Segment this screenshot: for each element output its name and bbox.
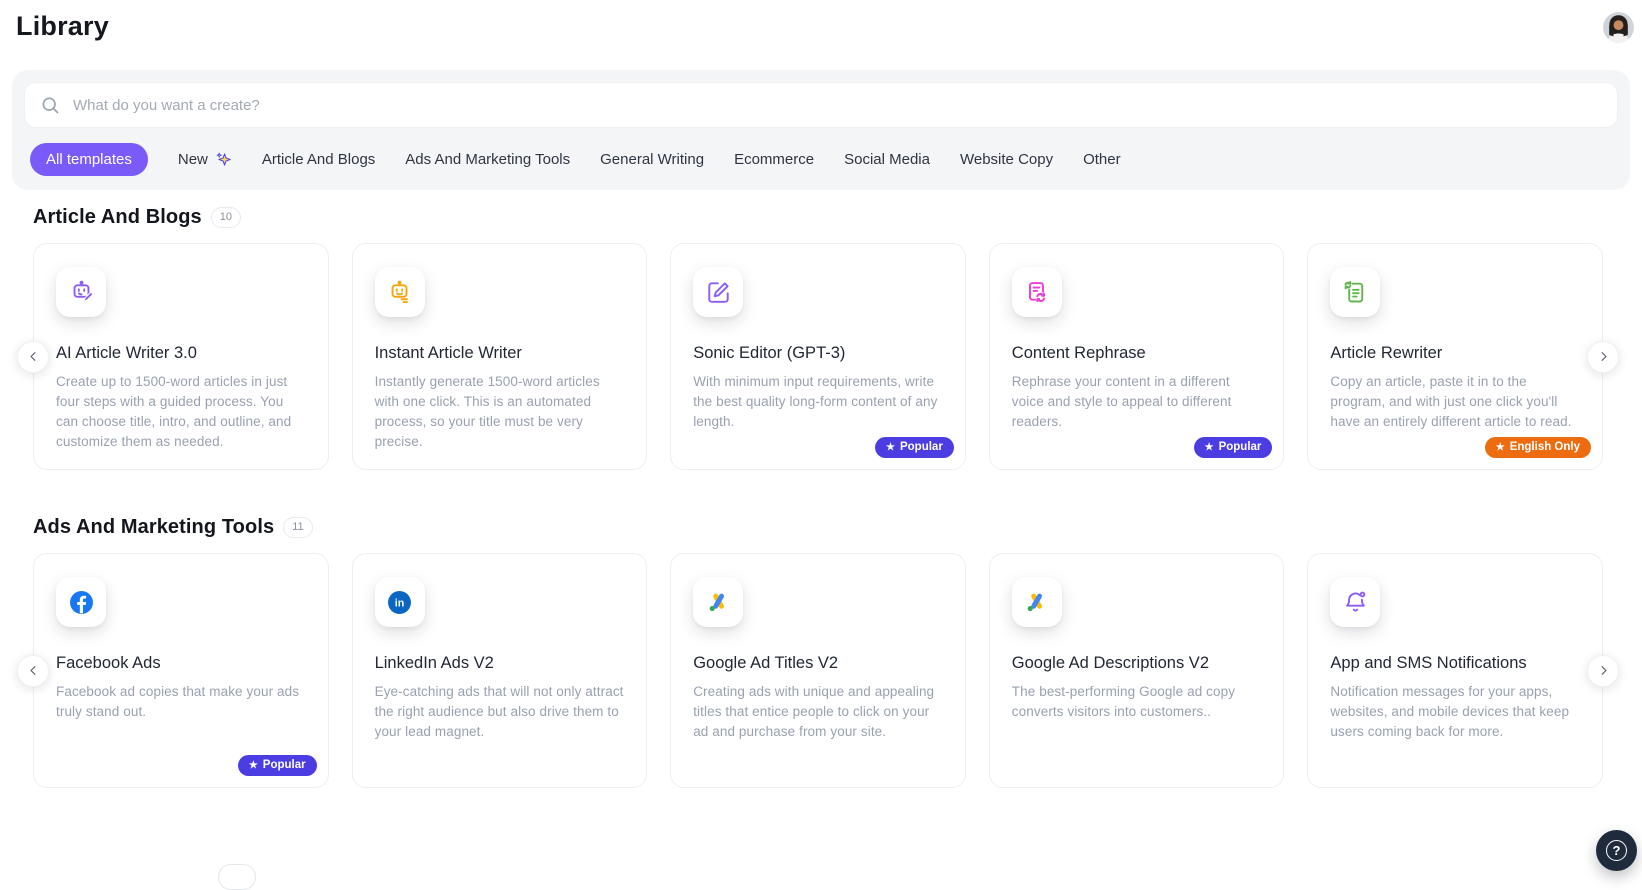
card-carousel: AI Article Writer 3.0 Create up to 1500-… xyxy=(33,243,1603,470)
card-facebook-ads[interactable]: Facebook Ads Facebook ad copies that mak… xyxy=(33,553,329,788)
tab-article-and-blogs[interactable]: Article And Blogs xyxy=(262,144,375,175)
card-google-ad-titles-v2[interactable]: Google Ad Titles V2 Creating ads with un… xyxy=(670,553,966,788)
badge-popular: ★Popular xyxy=(1194,437,1273,459)
card-instant-article-writer[interactable]: Instant Article Writer Instantly generat… xyxy=(352,243,648,470)
bell-icon xyxy=(1330,577,1380,627)
star-icon: ★ xyxy=(1496,443,1505,453)
section-article-and-blogs: Article And Blogs 10 AI Article Writer 3… xyxy=(33,206,1603,470)
badge-english-only: ★English Only xyxy=(1485,437,1591,459)
robot-pencil-icon xyxy=(56,267,106,317)
carousel-next-button[interactable] xyxy=(1587,341,1619,373)
card-google-ad-descriptions-v2[interactable]: Google Ad Descriptions V2 The best-perfo… xyxy=(989,553,1285,788)
star-icon: ★ xyxy=(886,443,895,453)
carousel-prev-button[interactable] xyxy=(17,655,49,687)
user-avatar[interactable] xyxy=(1603,12,1634,43)
page-header: Library xyxy=(0,0,1642,70)
tab-website-copy[interactable]: Website Copy xyxy=(960,144,1053,175)
section-count-badge: 10 xyxy=(211,207,241,228)
section-ads-and-marketing-tools: Ads And Marketing Tools 11 Facebook Ads … xyxy=(33,516,1603,788)
card-content-rephrase[interactable]: Content Rephrase Rephrase your content i… xyxy=(989,243,1285,470)
card-carousel: Facebook Ads Facebook ad copies that mak… xyxy=(33,553,1603,788)
tab-general-writing[interactable]: General Writing xyxy=(600,144,704,175)
help-button[interactable]: ? xyxy=(1596,830,1637,871)
card-linkedin-ads-v2[interactable]: in LinkedIn Ads V2 Eye-catching ads that… xyxy=(352,553,648,788)
card-sonic-editor-gpt-3[interactable]: Sonic Editor (GPT-3) With minimum input … xyxy=(670,243,966,470)
search-bar xyxy=(24,82,1618,128)
search-icon xyxy=(40,95,60,115)
facebook-icon xyxy=(56,577,106,627)
template-sections: Article And Blogs 10 AI Article Writer 3… xyxy=(0,190,1642,788)
svg-text:in: in xyxy=(395,598,404,610)
card-ai-article-writer-3-0[interactable]: AI Article Writer 3.0 Create up to 1500-… xyxy=(33,243,329,470)
tab-ads-and-marketing-tools[interactable]: Ads And Marketing Tools xyxy=(405,144,570,175)
search-input[interactable] xyxy=(71,96,1602,115)
carousel-prev-button[interactable] xyxy=(17,341,49,373)
card-article-rewriter[interactable]: Article Rewriter Copy an article, paste … xyxy=(1307,243,1603,470)
google-ads-icon xyxy=(693,577,743,627)
document-refresh-icon xyxy=(1012,267,1062,317)
google-ads-icon xyxy=(1012,577,1062,627)
article-refresh-icon xyxy=(1330,267,1380,317)
tab-new[interactable]: New xyxy=(178,144,232,175)
page-title: Library xyxy=(16,11,109,42)
chevron-left-icon xyxy=(27,664,40,677)
tab-all-templates[interactable]: All templates xyxy=(30,143,148,176)
next-section-count-pill-partial xyxy=(218,864,256,890)
card-app-and-sms-notifications[interactable]: App and SMS Notifications Notification m… xyxy=(1307,553,1603,788)
section-title: Ads And Marketing Tools xyxy=(33,516,274,539)
star-icon: ★ xyxy=(249,761,258,771)
section-count-badge: 11 xyxy=(283,517,312,538)
template-category-tabs: All templates New Article And Blogs Ads … xyxy=(30,143,1612,176)
section-title: Article And Blogs xyxy=(33,206,202,229)
robot-lines-icon xyxy=(375,267,425,317)
question-mark-icon: ? xyxy=(1606,840,1627,861)
linkedin-icon: in xyxy=(375,577,425,627)
carousel-next-button[interactable] xyxy=(1587,655,1619,687)
search-panel: All templates New Article And Blogs Ads … xyxy=(12,70,1630,190)
tab-social-media[interactable]: Social Media xyxy=(844,144,930,175)
tab-other[interactable]: Other xyxy=(1083,144,1121,175)
avatar-photo-icon xyxy=(1603,12,1634,43)
library-page: Library All templates New Article And Bl… xyxy=(0,0,1642,873)
star-icon: ★ xyxy=(1205,443,1214,453)
badge-popular: ★Popular xyxy=(238,755,317,777)
badge-popular: ★Popular xyxy=(875,437,954,459)
tab-ecommerce[interactable]: Ecommerce xyxy=(734,144,814,175)
chevron-left-icon xyxy=(27,350,40,363)
chevron-right-icon xyxy=(1597,350,1610,363)
sparkle-icon xyxy=(215,151,232,168)
chevron-right-icon xyxy=(1597,664,1610,677)
edit-square-icon xyxy=(693,267,743,317)
